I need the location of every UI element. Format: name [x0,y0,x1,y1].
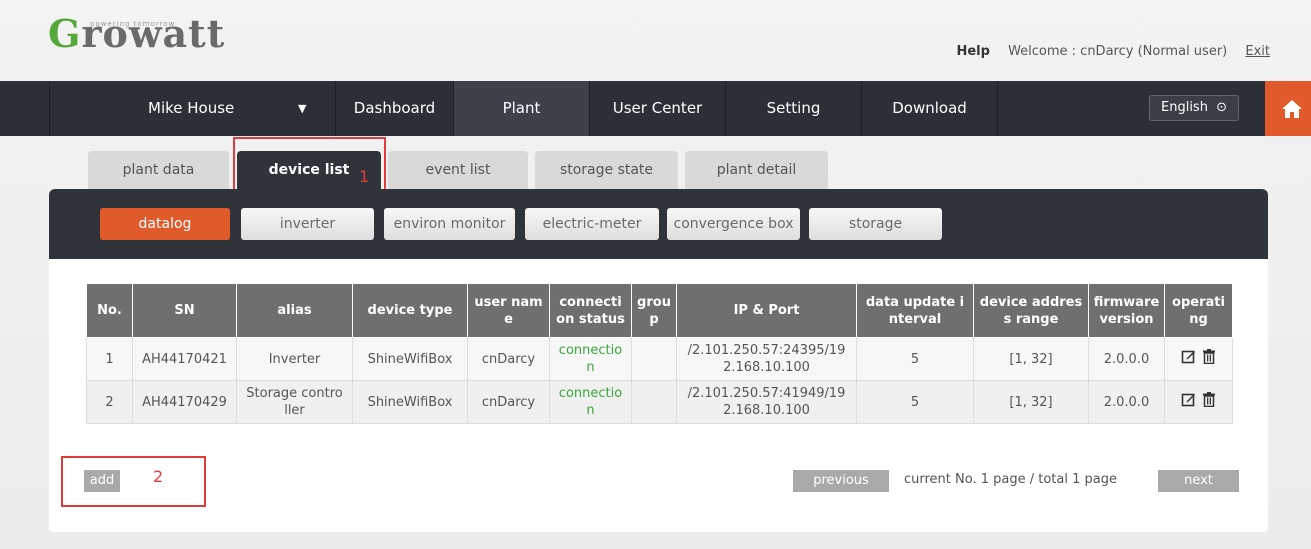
previous-button[interactable]: previous [793,470,889,492]
trash-icon[interactable] [1202,349,1216,364]
nav-user-center[interactable]: User Center [590,81,726,136]
table-row: 2 AH44170429 Storage contro ller ShineWi… [86,380,1233,424]
cell-group [631,337,677,381]
subtab-datalog[interactable]: datalog [100,208,230,240]
cell-connection-status: connectio n [549,337,632,381]
subtab-convergence-box[interactable]: convergence box [667,208,800,240]
col-operating: operati ng [1164,283,1233,338]
main-nav: Mike House ▼ Dashboard Plant User Center… [0,81,1311,136]
user-bar: Help Welcome : cnDarcy (Normal user) Exi… [956,44,1270,59]
nav-dashboard[interactable]: Dashboard [336,81,454,136]
subtab-environ-monitor[interactable]: environ monitor [384,208,515,240]
nav-plant[interactable]: Plant [454,81,590,136]
col-group: grou p [631,283,677,338]
trash-icon[interactable] [1202,392,1216,407]
logo-tagline: powering tomorrow [90,20,176,28]
col-sn: SN [132,283,237,338]
caret-down-icon: ▼ [298,102,307,115]
col-device-address-range: device addres s range [973,283,1089,338]
welcome-text: Welcome : cnDarcy (Normal user) [1008,44,1228,59]
edit-icon[interactable] [1181,392,1196,407]
cell-user-name: cnDarcy [467,337,550,381]
help-link[interactable]: Help [956,44,989,59]
annotation-box-2 [61,456,206,507]
page-info: current No. 1 page / total 1 page [904,472,1117,487]
tab-plant-data[interactable]: plant data [88,151,229,189]
cell-sn: AH44170421 [132,337,237,381]
annotation-number-2: 2 [153,467,164,486]
page: Growatt powering tomorrow Help Welcome :… [0,0,1311,549]
col-connection-status: connecti on status [549,283,632,338]
chevron-circle-down-icon: ⊙ [1216,100,1227,115]
tab-storage-state[interactable]: storage state [535,151,678,189]
tab-event-list[interactable]: event list [388,151,528,189]
device-table: No. SN alias device type user nam e conn… [86,283,1233,424]
col-no: No. [86,283,133,338]
cell-user-name: cnDarcy [467,380,550,424]
cell-alias: Storage contro ller [236,380,353,424]
cell-firmware-version: 2.0.0.0 [1088,380,1165,424]
cell-group [631,380,677,424]
subtab-electric-meter[interactable]: electric-meter [525,208,659,240]
annotation-number-1: 1 [359,167,370,186]
plant-select[interactable]: Mike House ▼ [50,81,336,136]
cell-operating [1164,337,1233,381]
growatt-logo[interactable]: Growatt powering tomorrow [48,14,225,54]
exit-link[interactable]: Exit [1245,44,1270,59]
cell-device-type: ShineWifiBox [352,380,468,424]
cell-operating [1164,380,1233,424]
col-data-update-interval: data update i nterval [856,283,974,338]
cell-connection-status: connectio n [549,380,632,424]
cell-device-address-range: [1, 32] [973,337,1089,381]
next-button[interactable]: next [1158,470,1239,492]
cell-device-type: ShineWifiBox [352,337,468,381]
subtab-storage[interactable]: storage [809,208,942,240]
tab-plant-detail[interactable]: plant detail [685,151,828,189]
col-alias: alias [236,283,353,338]
col-device-type: device type [352,283,468,338]
edit-icon[interactable] [1181,349,1196,364]
cell-data-update-interval: 5 [856,380,974,424]
language-select[interactable]: English ⊙ [1149,95,1239,121]
cell-device-address-range: [1, 32] [973,380,1089,424]
cell-sn: AH44170429 [132,380,237,424]
cell-no: 1 [86,337,133,381]
col-ip-port: IP & Port [676,283,857,338]
table-header-row: No. SN alias device type user nam e conn… [86,283,1233,338]
cell-alias: Inverter [236,337,353,381]
home-icon [1281,99,1302,118]
cell-data-update-interval: 5 [856,337,974,381]
home-button[interactable] [1265,81,1311,136]
table-row: 1 AH44170421 Inverter ShineWifiBox cnDar… [86,337,1233,381]
nav-download[interactable]: Download [862,81,998,136]
cell-ip-port: /2.101.250.57:24395/19 2.168.10.100 [676,337,857,381]
subtab-inverter[interactable]: inverter [241,208,374,240]
col-firmware-version: firmware version [1088,283,1165,338]
cell-firmware-version: 2.0.0.0 [1088,337,1165,381]
cell-ip-port: /2.101.250.57:41949/19 2.168.10.100 [676,380,857,424]
nav-setting[interactable]: Setting [726,81,862,136]
cell-no: 2 [86,380,133,424]
col-user-name: user nam e [467,283,550,338]
